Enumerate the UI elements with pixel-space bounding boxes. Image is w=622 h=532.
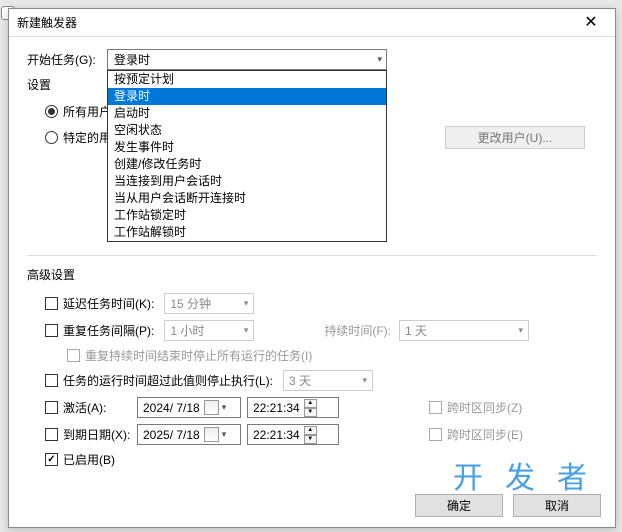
activate-label: 激活(A): <box>63 399 106 416</box>
begin-task-option[interactable]: 当连接到用户会话时 <box>108 173 386 190</box>
begin-task-value: 登录时 <box>114 51 150 68</box>
dialog-title: 新建触发器 <box>17 14 571 31</box>
chk-delay[interactable] <box>45 297 58 310</box>
chevron-down-icon: ▾ <box>222 402 227 413</box>
begin-task-combo[interactable]: 登录时 ▾ 按预定计划登录时启动时空闲状态发生事件时创建/修改任务时当连接到用户… <box>107 49 387 70</box>
radio-specific-user[interactable] <box>45 131 58 144</box>
divider <box>27 255 597 256</box>
begin-task-option[interactable]: 发生事件时 <box>108 139 386 156</box>
begin-task-option[interactable]: 空闲状态 <box>108 122 386 139</box>
ok-button[interactable]: 确定 <box>415 494 503 517</box>
chevron-down-icon: ▾ <box>377 54 382 65</box>
advanced-title: 高级设置 <box>27 266 597 283</box>
chk-expire[interactable] <box>45 428 58 441</box>
spin-up-icon[interactable]: ▲ <box>304 426 317 435</box>
expire-time[interactable]: 22:21:34▲▼ <box>247 424 339 445</box>
chevron-down-icon: ▾ <box>244 325 249 336</box>
chk-stop-at-end <box>67 349 80 362</box>
chk-activate-tz <box>429 401 442 414</box>
calendar-icon <box>204 400 219 415</box>
chevron-down-icon: ▾ <box>244 298 249 309</box>
chk-stop-if-longer[interactable] <box>45 374 58 387</box>
enabled-label: 已启用(B) <box>63 451 115 468</box>
begin-task-option[interactable]: 工作站锁定时 <box>108 207 386 224</box>
begin-task-label: 开始任务(G): <box>27 51 107 68</box>
repeat-label: 重复任务间隔(P): <box>63 322 154 339</box>
chk-activate[interactable] <box>45 401 58 414</box>
begin-task-option[interactable]: 启动时 <box>108 105 386 122</box>
begin-task-option[interactable]: 创建/修改任务时 <box>108 156 386 173</box>
radio-specific-user-label: 特定的用 <box>63 129 111 146</box>
cancel-button[interactable]: 取消 <box>513 494 601 517</box>
radio-all-users-label: 所有用户 <box>63 103 111 120</box>
expire-label: 到期日期(X): <box>63 426 130 443</box>
calendar-icon <box>204 427 219 442</box>
dialog-window: 新建触发器 ✕ 开始任务(G): 登录时 ▾ 按预定计划登录时启动时空闲状态发生… <box>8 8 616 528</box>
activate-tz-label: 跨时区同步(Z) <box>447 399 522 416</box>
close-button[interactable]: ✕ <box>571 10 611 36</box>
begin-task-option[interactable]: 工作站解锁时 <box>108 224 386 241</box>
chevron-down-icon: ▾ <box>518 325 523 336</box>
spin-down-icon[interactable]: ▼ <box>304 435 317 444</box>
delay-label: 延迟任务时间(K): <box>63 295 154 312</box>
stop-if-longer-label: 任务的运行时间超过此值则停止执行(L): <box>63 372 273 389</box>
spin-up-icon[interactable]: ▲ <box>304 399 317 408</box>
chevron-down-icon: ▾ <box>362 375 367 386</box>
chevron-down-icon: ▾ <box>222 429 227 440</box>
begin-task-dropdown[interactable]: 按预定计划登录时启动时空闲状态发生事件时创建/修改任务时当连接到用户会话时当从用… <box>107 70 387 242</box>
chk-repeat[interactable] <box>45 324 58 337</box>
spin-down-icon[interactable]: ▼ <box>304 408 317 417</box>
begin-task-option[interactable]: 当从用户会话断开连接时 <box>108 190 386 207</box>
expire-date[interactable]: 2025/ 7/18▾ <box>137 424 241 445</box>
delay-value-combo[interactable]: 15 分钟▾ <box>164 293 254 314</box>
expire-tz-label: 跨时区同步(E) <box>447 426 523 443</box>
titlebar: 新建触发器 ✕ <box>9 9 615 37</box>
duration-label: 持续时间(F): <box>324 322 391 339</box>
stop-if-longer-combo[interactable]: 3 天▾ <box>283 370 373 391</box>
stop-at-end-label: 重复持续时间结束时停止所有运行的任务(I) <box>85 347 312 364</box>
change-user-button[interactable]: 更改用户(U)... <box>445 126 585 149</box>
chk-enabled[interactable] <box>45 453 58 466</box>
repeat-value-combo[interactable]: 1 小时▾ <box>164 320 254 341</box>
radio-all-users[interactable] <box>45 105 58 118</box>
duration-value-combo[interactable]: 1 天▾ <box>399 320 529 341</box>
begin-task-option[interactable]: 登录时 <box>108 88 386 105</box>
activate-time[interactable]: 22:21:34▲▼ <box>247 397 339 418</box>
chk-expire-tz <box>429 428 442 441</box>
activate-date[interactable]: 2024/ 7/18▾ <box>137 397 241 418</box>
begin-task-option[interactable]: 按预定计划 <box>108 71 386 88</box>
